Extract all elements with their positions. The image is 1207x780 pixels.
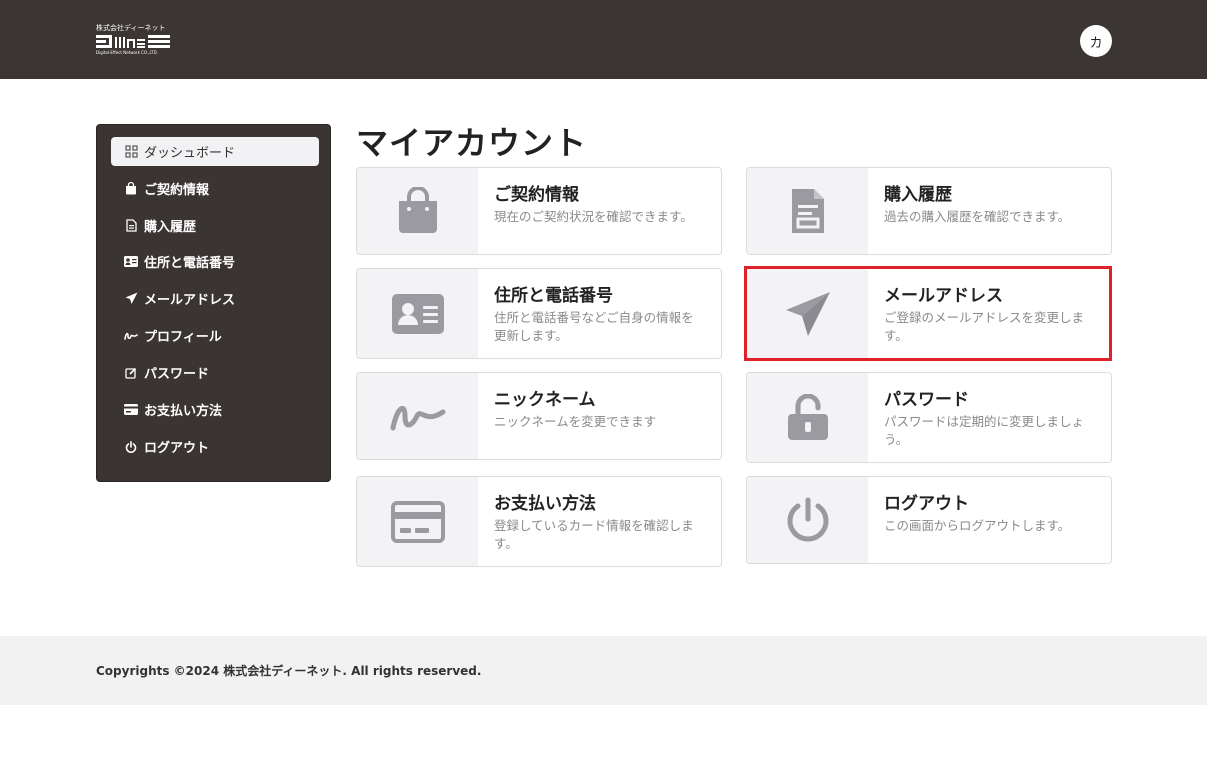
card-description: 登録しているカード情報を確認します。 bbox=[494, 518, 694, 551]
edit-icon bbox=[124, 366, 138, 380]
logo-mark bbox=[96, 35, 170, 48]
user-avatar[interactable]: カ bbox=[1080, 25, 1112, 57]
sidebar-item-logout[interactable]: ログアウト bbox=[111, 432, 319, 461]
power-icon bbox=[124, 440, 138, 454]
sidebar-item-label: ログアウト bbox=[144, 441, 210, 456]
sidebar-item-password[interactable]: パスワード bbox=[111, 358, 319, 387]
card-address-phone[interactable]: 住所と電話番号 住所と電話番号などご自身の情報を更新します。 bbox=[356, 268, 722, 359]
bag-icon bbox=[357, 168, 478, 254]
card-title: パスワード bbox=[884, 390, 969, 410]
bag-icon bbox=[124, 182, 138, 196]
copyright-text: Copyrights ©2024 株式会社ディーネット. All rights … bbox=[96, 664, 482, 678]
sidebar-item-dashboard[interactable]: ダッシュボード bbox=[111, 137, 319, 166]
card-title: 購入履歴 bbox=[884, 185, 952, 205]
power-icon bbox=[747, 477, 868, 563]
card-payment[interactable]: お支払い方法 登録しているカード情報を確認します。 bbox=[356, 476, 722, 567]
card-description: パスワードは定期的に変更しましょう。 bbox=[884, 414, 1085, 447]
card-title: ログアウト bbox=[884, 494, 969, 514]
sidebar-item-label: ダッシュボード bbox=[144, 146, 236, 161]
sidebar-item-label: 住所と電話番号 bbox=[144, 256, 236, 271]
card-description: 住所と電話番号などご自身の情報を更新します。 bbox=[494, 310, 694, 343]
credit-card-icon bbox=[124, 403, 138, 417]
sidebar-item-contract[interactable]: ご契約情報 bbox=[111, 174, 319, 203]
card-logout[interactable]: ログアウト この画面からログアウトします。 bbox=[746, 476, 1112, 564]
company-logo[interactable]: 株式会社ディーネット Digital-Effect Network CO.,LT… bbox=[96, 24, 172, 58]
sidebar-item-label: プロフィール bbox=[144, 330, 222, 345]
sidebar-item-purchase-history[interactable]: 購入履歴 bbox=[111, 211, 319, 240]
sidebar-item-label: ご契約情報 bbox=[144, 183, 210, 198]
signature-icon bbox=[124, 329, 138, 343]
page-title: マイアカウント bbox=[356, 124, 588, 162]
grid-icon bbox=[124, 145, 138, 159]
logo-company-name: 株式会社ディーネット bbox=[96, 24, 166, 32]
sidebar-item-payment[interactable]: お支払い方法 bbox=[111, 395, 319, 424]
id-card-icon bbox=[357, 269, 478, 358]
document-icon bbox=[124, 219, 138, 233]
sidebar-item-label: お支払い方法 bbox=[144, 404, 223, 419]
logo-subtitle: Digital-Effect Network CO.,LTD. bbox=[96, 50, 158, 55]
sidebar-item-label: 購入履歴 bbox=[144, 220, 197, 235]
card-description: ニックネームを変更できます bbox=[494, 414, 657, 429]
sidebar-item-label: メールアドレス bbox=[144, 293, 236, 308]
id-card-icon bbox=[124, 255, 138, 269]
sidebar-item-address-phone[interactable]: 住所と電話番号 bbox=[111, 247, 319, 276]
card-title: ご契約情報 bbox=[494, 185, 579, 205]
credit-card-icon bbox=[357, 477, 478, 566]
highlight-frame bbox=[744, 266, 1112, 361]
card-purchase-history[interactable]: 購入履歴 過去の購入履歴を確認できます。 bbox=[746, 167, 1112, 255]
card-title: ニックネーム bbox=[494, 390, 596, 410]
sidebar-item-email[interactable]: メールアドレス bbox=[111, 284, 319, 313]
signature-icon bbox=[357, 373, 478, 459]
card-description: この画面からログアウトします。 bbox=[884, 518, 1071, 533]
card-nickname[interactable]: ニックネーム ニックネームを変更できます bbox=[356, 372, 722, 460]
card-title: お支払い方法 bbox=[494, 494, 596, 514]
card-description: 現在のご契約状況を確認できます。 bbox=[494, 209, 693, 224]
top-header: 株式会社ディーネット Digital-Effect Network CO.,LT… bbox=[0, 0, 1207, 79]
sidebar-item-profile[interactable]: プロフィール bbox=[111, 321, 319, 350]
document-icon bbox=[747, 168, 868, 254]
card-title: 住所と電話番号 bbox=[494, 286, 613, 306]
paper-plane-icon bbox=[124, 292, 138, 306]
card-contract[interactable]: ご契約情報 現在のご契約状況を確認できます。 bbox=[356, 167, 722, 255]
unlock-icon bbox=[747, 373, 868, 462]
sidebar-item-label: パスワード bbox=[144, 367, 210, 382]
card-password[interactable]: パスワード パスワードは定期的に変更しましょう。 bbox=[746, 372, 1112, 463]
card-description: 過去の購入履歴を確認できます。 bbox=[884, 209, 1071, 224]
page-footer: Copyrights ©2024 株式会社ディーネット. All rights … bbox=[0, 636, 1207, 705]
sidebar-nav: ダッシュボード ご契約情報 購入履歴 住所と電話番号 メールアドレス プロフィー… bbox=[96, 124, 331, 482]
